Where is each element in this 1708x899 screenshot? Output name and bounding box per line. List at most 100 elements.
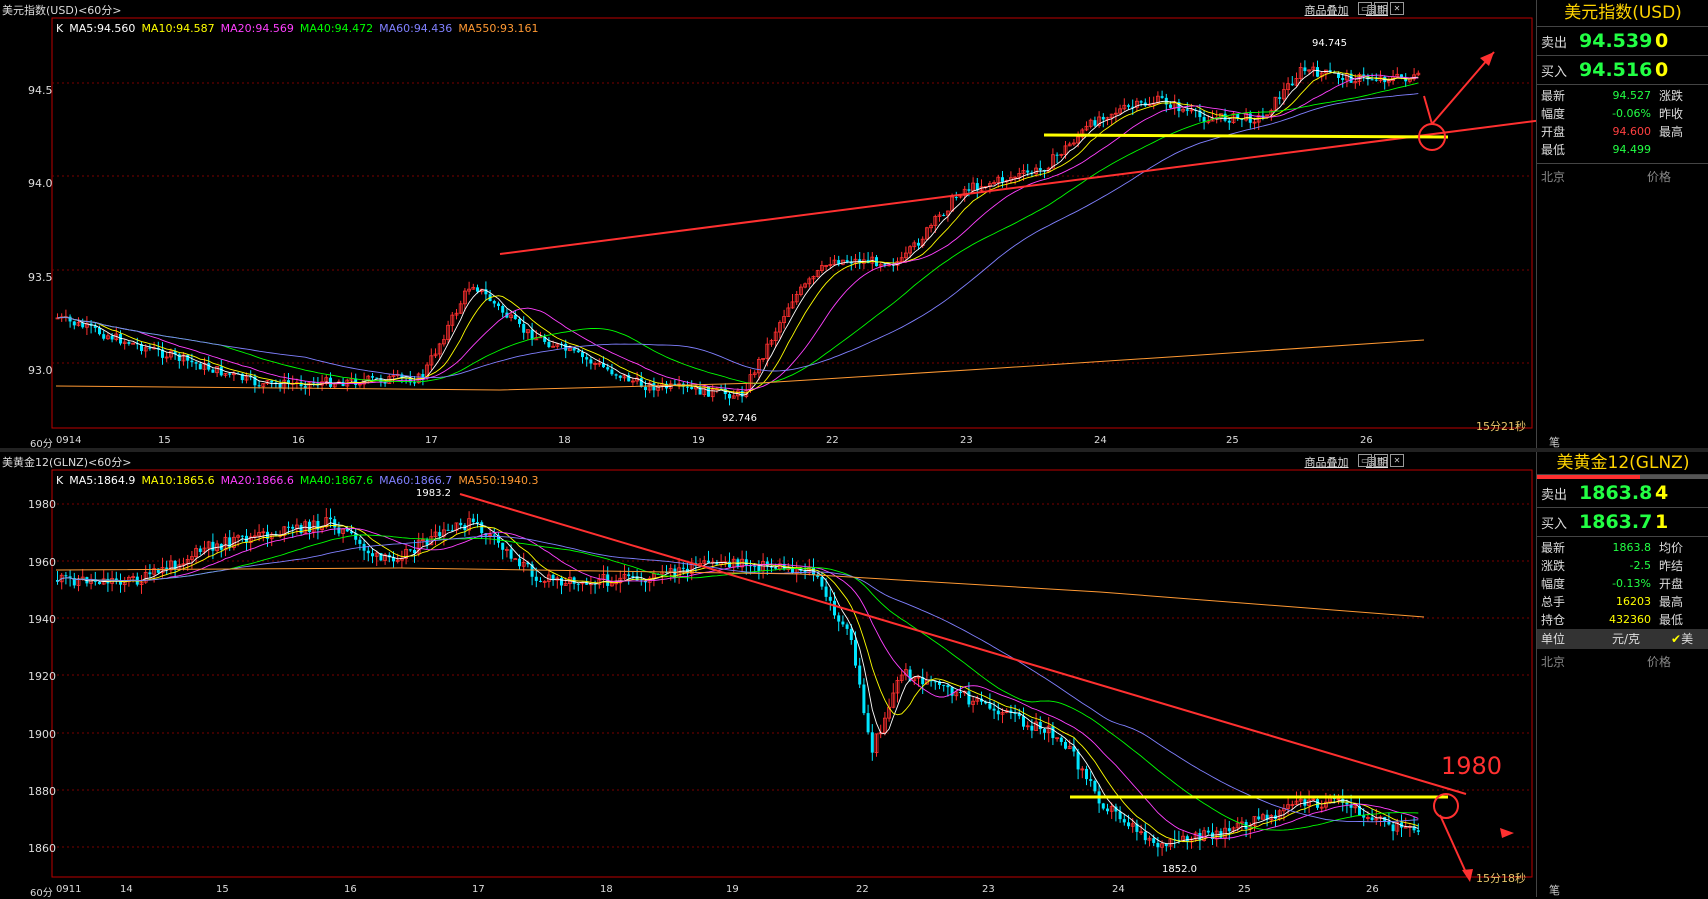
ma-legend-item: MA60:1866.7 — [379, 474, 453, 487]
candle-body — [1185, 109, 1189, 111]
candle-body — [501, 306, 505, 313]
candle-body — [1106, 808, 1109, 812]
candle-body — [1089, 779, 1093, 781]
candle-body — [942, 214, 946, 216]
candle-body — [522, 323, 526, 333]
gold-stats: 最新 1863.8 均价 涨跌 -2.5 昨结 幅度 -0.13% 开盘 总手 16203 最高 持仓 4… — [1537, 537, 1708, 629]
candle-body — [610, 369, 614, 375]
candle-body — [1290, 83, 1294, 86]
ma550-line — [55, 567, 1425, 618]
candle-body — [1064, 741, 1067, 749]
candle-body — [1370, 79, 1374, 81]
usd-sell-row[interactable]: 卖出 94.539 0 — [1537, 27, 1708, 56]
candle-body — [228, 373, 232, 375]
restore-icon[interactable]: ▭ — [1374, 454, 1388, 467]
candle-body — [1370, 817, 1374, 820]
x-tick: 23 — [982, 884, 995, 895]
candle-body — [471, 518, 475, 523]
low-annotation: 92.746 — [722, 413, 757, 424]
usd-buy-row[interactable]: 买入 94.516 0 — [1537, 56, 1708, 85]
gold-unit-row[interactable]: 单位 元/克 ✔ 美 — [1537, 629, 1708, 649]
x-tick: 16 — [344, 884, 357, 895]
candle-body — [1223, 113, 1227, 121]
candle-body — [291, 526, 295, 529]
usd-candlestick-chart[interactable] — [0, 0, 1536, 448]
support-line — [1043, 133, 1449, 139]
gold-sell-row[interactable]: 卖出 1863.8 4 — [1537, 479, 1708, 508]
arrow-head — [1462, 869, 1473, 882]
minimize-icon[interactable]: ▭ — [1358, 2, 1372, 15]
overlay-link[interactable]: 商品叠加 — [1305, 456, 1349, 469]
usd-stats: 最新 94.527 涨跌 幅度 -0.06% 昨收 开盘 94.600 最高 最低 94.499 — [1537, 85, 1708, 159]
minimize-icon[interactable]: ▭ — [1358, 454, 1372, 467]
candle-body — [828, 596, 832, 601]
candle-body — [1362, 74, 1366, 76]
high-annotation: 94.745 — [1312, 38, 1347, 49]
candle-body — [870, 732, 874, 753]
candle-body — [72, 321, 76, 326]
candle-body — [1227, 828, 1231, 832]
x-tick: 18 — [600, 884, 613, 895]
close-icon[interactable]: ✕ — [1390, 2, 1404, 15]
x-tick: 16 — [292, 435, 305, 446]
candle-body — [967, 691, 971, 705]
candle-body — [476, 287, 479, 292]
x-tick: 22 — [856, 884, 869, 895]
candle-body — [270, 380, 274, 383]
quote-stat-row: 最低 94.499 — [1541, 143, 1651, 157]
overlay-link[interactable]: 商品叠加 — [1305, 4, 1349, 17]
ma-legend-item: MA10:94.587 — [141, 22, 215, 35]
plot-frame — [51, 17, 1533, 429]
x-tick: 26 — [1366, 884, 1379, 895]
candle-body — [1316, 67, 1319, 77]
candle-body — [1127, 105, 1130, 107]
candle-body — [1118, 811, 1122, 820]
gold-candlestick-chart[interactable] — [0, 452, 1536, 897]
candle-body — [585, 357, 589, 360]
candle-body — [631, 576, 635, 578]
candle-body — [371, 553, 374, 557]
usd-chart-pane[interactable]: 美元指数(USD)<60分> 商品叠加 周期 ▭ ▭ ✕ K MA5:94.560… — [0, 0, 1536, 450]
candle-body — [1051, 726, 1055, 739]
candle-body — [366, 550, 370, 554]
candle-body — [337, 527, 341, 534]
candle-body — [1362, 815, 1366, 818]
usd-bottom-tag: 笔 — [1549, 436, 1560, 449]
ma-legend-item: MA5:94.560 — [69, 22, 136, 35]
candle-body — [576, 583, 580, 585]
close-icon[interactable]: ✕ — [1390, 454, 1404, 467]
candle-body — [1316, 799, 1319, 808]
candle-body — [1022, 716, 1025, 727]
candle-body — [127, 342, 131, 344]
candle-body — [572, 348, 576, 351]
gold-window-buttons: ▭ ▭ ✕ — [1358, 454, 1404, 467]
x-tick: 17 — [425, 435, 438, 446]
candle-body — [589, 359, 593, 364]
restore-icon[interactable]: ▭ — [1374, 2, 1388, 15]
candle-body — [371, 376, 374, 378]
candle-body — [686, 386, 689, 388]
gold-quote-panel: 美黄金12(GLNZ) 卖出 1863.8 4 买入 1863.7 1 最新 18… — [1536, 452, 1708, 897]
gold-buy-row[interactable]: 买入 1863.7 1 — [1537, 508, 1708, 537]
candle-body — [64, 575, 68, 577]
candle-body — [1139, 101, 1143, 103]
gold-ma-legend: K MA5:1864.9 MA10:1865.6 MA20:1866.6 MA40:18… — [56, 474, 545, 487]
arrow-head — [1480, 52, 1494, 66]
candle-body — [513, 315, 517, 320]
candle-body — [581, 352, 584, 358]
candle-body — [534, 576, 538, 581]
x-tick: 19 — [726, 884, 739, 895]
candle-body — [1341, 77, 1345, 80]
high-annotation: 1983.2 — [416, 488, 451, 499]
candle-body — [1055, 154, 1059, 156]
candle-body — [1122, 819, 1126, 823]
candle-body — [190, 360, 194, 363]
candle-body — [858, 665, 862, 685]
candle-body — [942, 684, 946, 686]
gold-location-row: 北京 价格 — [1541, 655, 1671, 669]
check-icon: ✔ — [1671, 632, 1682, 646]
gold-pane-title: 美黄金12(GLNZ)<60分> — [2, 456, 132, 469]
candle-body — [194, 362, 198, 364]
candle-body — [68, 316, 72, 322]
gold-chart-pane[interactable]: 美黄金12(GLNZ)<60分> 商品叠加 周期 ▭ ▭ ✕ K MA5:1864… — [0, 452, 1536, 899]
